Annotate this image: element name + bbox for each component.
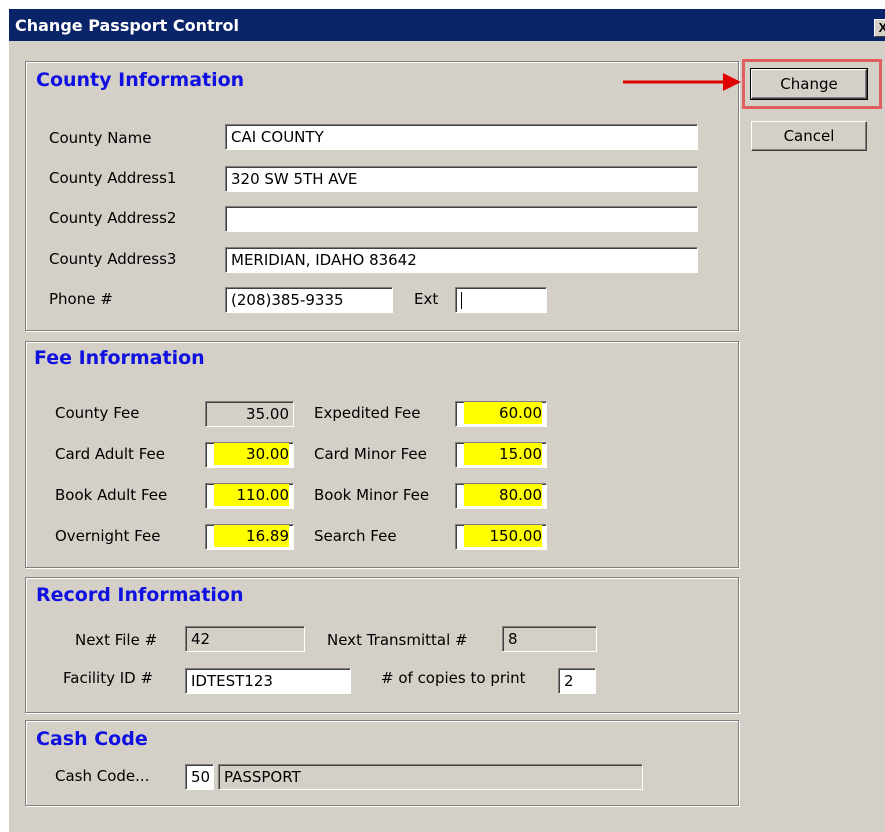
window-title: Change Passport Control	[15, 16, 240, 35]
overnight-fee-field[interactable]: 16.89	[205, 524, 294, 550]
card-adult-fee-value: 30.00	[214, 443, 289, 465]
title-bar: Change Passport Control X	[9, 9, 885, 41]
phone-field[interactable]: (208)385-9335	[225, 287, 393, 313]
close-button[interactable]: X	[874, 19, 885, 37]
card-minor-fee-label: Card Minor Fee	[314, 445, 427, 463]
fee-information-title: Fee Information	[34, 347, 205, 369]
county-address3-field[interactable]: MERIDIAN, IDAHO 83642	[225, 247, 698, 273]
county-address1-field[interactable]: 320 SW 5TH AVE	[225, 166, 698, 192]
cancel-button[interactable]: Cancel	[751, 121, 867, 151]
book-minor-fee-field[interactable]: 80.00	[455, 483, 547, 509]
search-fee-value: 150.00	[464, 525, 542, 547]
county-address1-label: County Address1	[49, 169, 177, 187]
next-file-label: Next File #	[75, 631, 158, 649]
cash-code-field[interactable]: 50	[185, 764, 214, 790]
expedited-fee-label: Expedited Fee	[314, 404, 421, 422]
next-transmittal-label: Next Transmittal #	[327, 631, 468, 649]
card-minor-fee-value: 15.00	[464, 443, 542, 465]
card-adult-fee-field[interactable]: 30.00	[205, 442, 294, 468]
search-fee-field[interactable]: 150.00	[455, 524, 547, 550]
cash-code-label: Cash Code...	[55, 767, 150, 785]
passport-control-dialog: Change Passport Control X County Informa…	[8, 8, 885, 832]
ext-field[interactable]	[455, 287, 547, 313]
book-adult-fee-field[interactable]: 110.00	[205, 483, 294, 509]
county-address2-label: County Address2	[49, 209, 177, 227]
book-adult-fee-label: Book Adult Fee	[55, 486, 168, 504]
record-information-title: Record Information	[36, 584, 244, 606]
county-name-field[interactable]: CAI COUNTY	[225, 124, 698, 150]
book-adult-fee-value: 110.00	[214, 484, 289, 506]
copies-to-print-label: # of copies to print	[381, 669, 526, 687]
card-minor-fee-field[interactable]: 15.00	[455, 442, 547, 468]
overnight-fee-value: 16.89	[214, 525, 289, 547]
next-file-field: 42	[185, 626, 305, 652]
county-fee-label: County Fee	[55, 404, 140, 422]
county-fee-field: 35.00	[205, 401, 294, 427]
phone-label: Phone #	[49, 290, 113, 308]
search-fee-label: Search Fee	[314, 527, 397, 545]
book-minor-fee-label: Book Minor Fee	[314, 486, 430, 504]
ext-label: Ext	[414, 290, 439, 308]
expedited-fee-field[interactable]: 60.00	[455, 401, 547, 427]
cash-code-title: Cash Code	[36, 728, 148, 750]
county-address3-label: County Address3	[49, 250, 177, 268]
change-button[interactable]: Change	[750, 68, 868, 100]
copies-to-print-field[interactable]: 2	[558, 668, 596, 694]
text-cursor	[461, 292, 462, 309]
county-name-label: County Name	[49, 129, 152, 147]
card-adult-fee-label: Card Adult Fee	[55, 445, 165, 463]
book-minor-fee-value: 80.00	[464, 484, 542, 506]
facility-id-field[interactable]: IDTEST123	[185, 668, 351, 694]
facility-id-label: Facility ID #	[63, 669, 154, 687]
expedited-fee-value: 60.00	[464, 402, 542, 424]
county-address2-field[interactable]	[225, 206, 698, 232]
annotation-arrow-icon	[623, 73, 741, 91]
overnight-fee-label: Overnight Fee	[55, 527, 161, 545]
cash-code-description-field: PASSPORT	[218, 764, 643, 790]
county-information-title: County Information	[36, 69, 245, 91]
next-transmittal-field: 8	[502, 626, 597, 652]
